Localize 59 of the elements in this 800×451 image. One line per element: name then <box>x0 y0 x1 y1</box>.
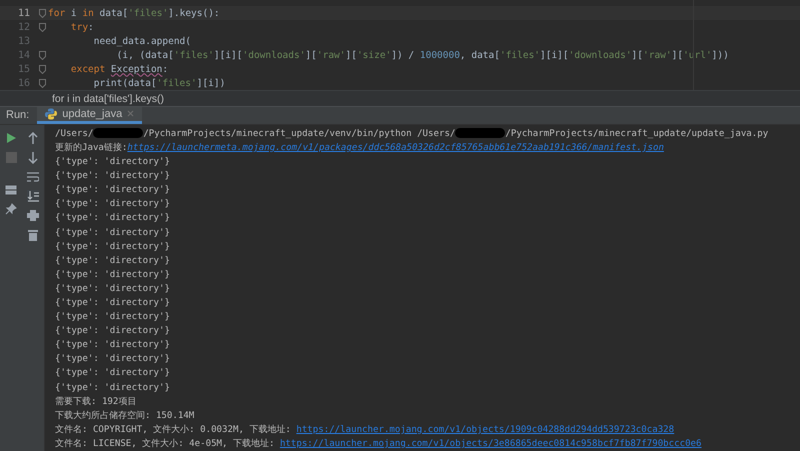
console-output: /PycharmProjects/minecraft_update/venv/bin/python /Users/ <box>143 128 456 139</box>
run-tab[interactable]: update_java <box>37 107 142 124</box>
fold-marker-icon[interactable] <box>38 8 46 18</box>
line-number: 13 <box>16 36 31 46</box>
console-output: {'type': 'directory'} <box>55 340 170 350</box>
console-output: {'type': 'directory'} <box>55 284 170 294</box>
breadcrumb[interactable]: for i in data['files'].keys() <box>52 92 164 105</box>
redaction-mark <box>455 128 506 138</box>
console-output: {'type': 'directory'} <box>55 171 170 182</box>
fold-marker-icon[interactable] <box>38 22 46 32</box>
console-output: {'type': 'directory'} <box>55 242 170 252</box>
code-line: try: <box>70 22 94 32</box>
down-arrow-icon[interactable] <box>28 152 38 164</box>
console-output: 更新的Java链接: <box>55 142 128 153</box>
console-output: {'type': 'directory'} <box>55 185 170 196</box>
console-output: {'type': 'directory'} <box>55 228 170 238</box>
console-link[interactable]: https://launcher.mojang.com/v1/objects/1909c04288dd294dd539723c0ca328 <box>296 424 674 435</box>
trash-icon[interactable] <box>28 228 38 241</box>
console-output: 文件名: COPYRIGHT, 文件大小: 0.0032M, 下载地址: <box>55 424 292 435</box>
line-number: 16 <box>16 78 31 88</box>
run-label: Run: <box>5 108 30 124</box>
fold-marker-icon[interactable] <box>38 78 46 88</box>
console-output: {'type': 'directory'} <box>55 382 170 393</box>
scroll-to-end-icon[interactable] <box>27 190 39 202</box>
console-output: /Users/ <box>55 128 94 139</box>
console-output: {'type': 'directory'} <box>55 312 170 322</box>
console-output: {'type': 'directory'} <box>55 298 170 308</box>
fold-marker-icon[interactable] <box>38 64 46 74</box>
print-icon[interactable] <box>27 210 39 221</box>
fold-marker-icon[interactable] <box>38 50 46 60</box>
console-output: 下载大约所占储存空间: 150.14M <box>55 410 194 421</box>
console-link[interactable]: https://launcher.mojang.com/v1/objects/3e86865deec0814c958bcf7fb87f790bccc0e6 <box>280 438 702 449</box>
layout-icon[interactable] <box>5 184 17 195</box>
console-output: {'type': 'directory'} <box>55 199 170 210</box>
console-output: {'type': 'directory'} <box>55 270 170 280</box>
run-icon[interactable] <box>5 132 17 144</box>
redaction-mark <box>93 128 144 138</box>
console-output: 文件名: LICENSE, 文件大小: 4e-05M, 下载地址: <box>55 438 276 449</box>
console-link[interactable]: https://launchermeta.mojang.com/v1/packages/ddc568a50326d2cf85765abb61e752aab191c366/manifest.json <box>127 142 664 153</box>
console-output: {'type': 'directory'} <box>55 213 170 224</box>
console-output: {'type': 'directory'} <box>55 326 170 336</box>
console-output: {'type': 'directory'} <box>55 256 170 266</box>
console-output: 需要下载: 192项目 <box>55 396 136 407</box>
soft-wrap-icon[interactable] <box>27 172 39 182</box>
console-output: /PycharmProjects/minecraft_update/update_java.py <box>505 128 768 139</box>
line-number: 11 <box>16 8 31 18</box>
console-output: {'type': 'directory'} <box>55 354 170 364</box>
python-icon <box>45 108 58 120</box>
code-line: for i in data['files'].keys(): <box>48 8 220 18</box>
line-number: 15 <box>16 64 31 74</box>
line-number: 12 <box>16 22 31 32</box>
line-number: 14 <box>16 50 31 60</box>
pin-icon[interactable] <box>5 202 17 215</box>
up-arrow-icon[interactable] <box>28 132 38 144</box>
code-line: except Exception: <box>70 64 168 74</box>
code-line: need_data.append( <box>92 36 191 46</box>
console-output: {'type': 'directory'} <box>55 157 170 168</box>
code-line: print(data['files'][i]) <box>92 78 226 88</box>
console-output: {'type': 'directory'} <box>55 368 170 378</box>
